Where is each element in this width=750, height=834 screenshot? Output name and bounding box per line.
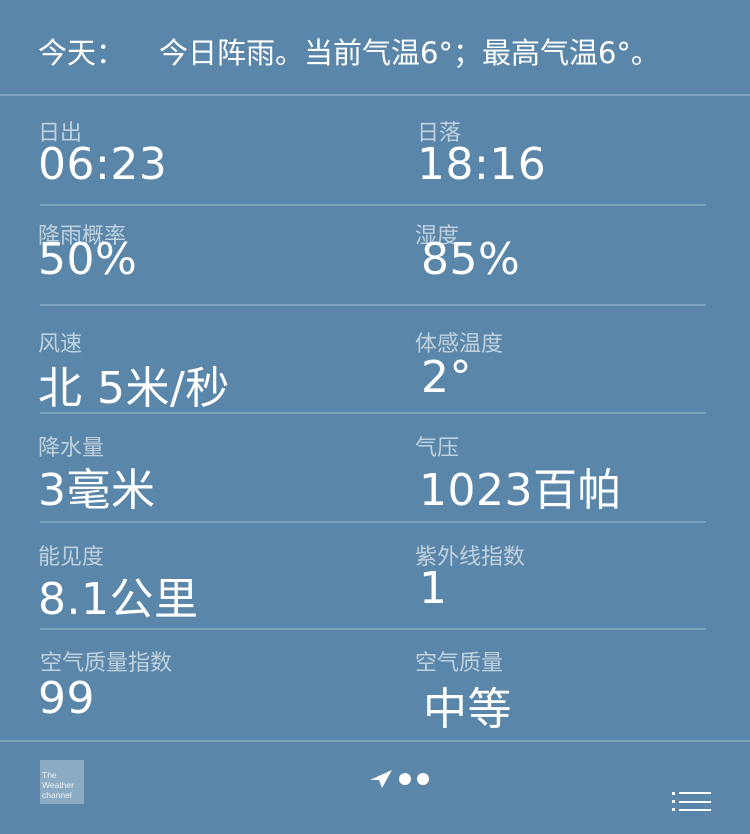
divider — [0, 94, 750, 96]
today-summary: 今天： 今日阵雨。当前气温6°；最高气温6°。 — [38, 30, 660, 72]
weather-channel-logo[interactable]: The Weather channel — [40, 760, 84, 804]
detail-value: 3毫米 — [38, 465, 156, 516]
row-divider — [40, 628, 706, 630]
detail-value: 85% — [421, 234, 521, 285]
row-divider — [40, 521, 706, 523]
row-divider — [40, 204, 706, 206]
detail-value: 06:23 — [38, 139, 168, 190]
detail-value: 1023百帕 — [419, 465, 622, 516]
detail-value: 99 — [38, 673, 95, 724]
row-divider — [40, 304, 706, 306]
today-summary-label: 今天： — [38, 36, 126, 70]
page-indicator[interactable] — [369, 767, 429, 791]
row-divider — [40, 412, 706, 414]
detail-value: 18:16 — [417, 139, 547, 190]
location-arrow-icon — [370, 770, 392, 788]
detail-value: 1 — [419, 563, 448, 614]
detail-value: 50% — [38, 234, 138, 285]
footer-divider — [0, 740, 750, 742]
detail-value: 8.1公里 — [38, 574, 199, 625]
today-summary-text: 今日阵雨。当前气温6°；最高气温6°。 — [159, 36, 660, 70]
page-dot[interactable] — [417, 773, 429, 785]
page-dot[interactable] — [399, 773, 411, 785]
list-icon[interactable] — [672, 791, 712, 813]
detail-value: 北 5米/秒 — [38, 363, 230, 414]
detail-value: 2° — [421, 352, 472, 403]
detail-value: 中等 — [423, 684, 512, 735]
